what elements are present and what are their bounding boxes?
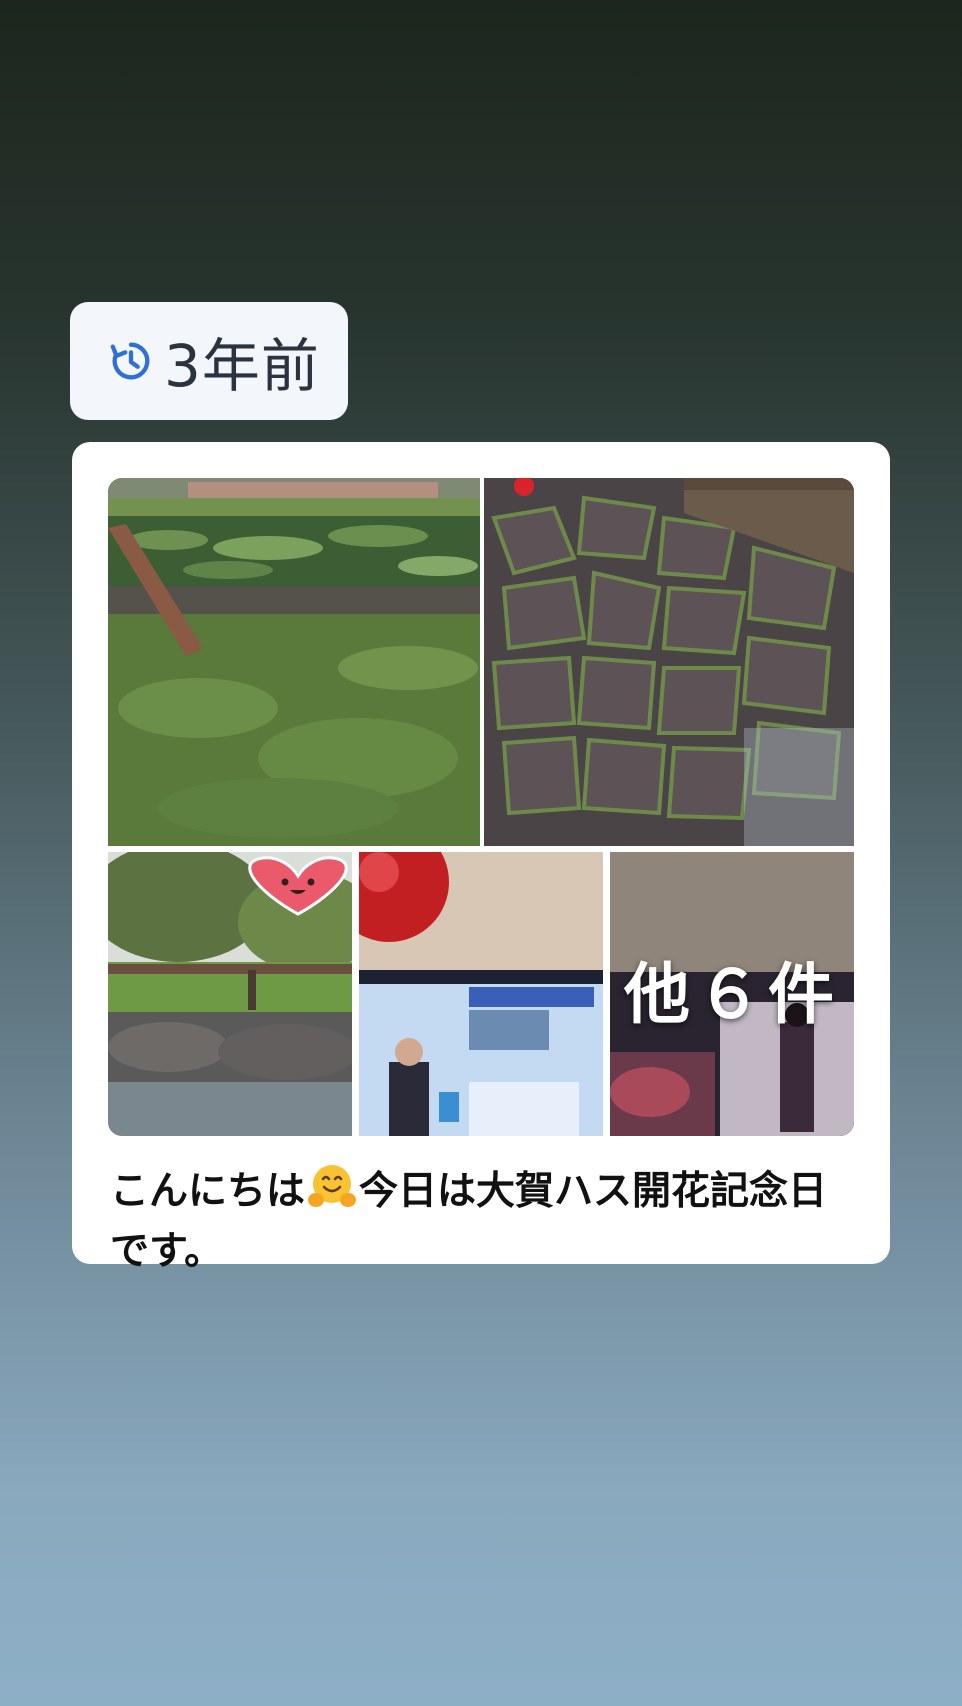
photo-tv-news-broadcast[interactable]	[359, 852, 603, 1136]
more-photos-count: 他６件	[624, 956, 840, 1033]
memory-badge-label: 3年前	[164, 332, 320, 400]
photo-mossy-stone-path[interactable]	[484, 478, 854, 846]
photo-park-fence-heart[interactable]	[108, 852, 352, 1136]
memory-badge[interactable]: 3年前	[70, 302, 348, 420]
caption-text-start: こんにちは	[110, 1169, 306, 1214]
photo-lotus-pond[interactable]	[108, 478, 480, 846]
more-photos-overlay: 他６件	[610, 852, 854, 1136]
memory-post-card[interactable]: 他６件 こんにちは 今日は大賀ハス開花記念日です。	[72, 442, 890, 1274]
photo-more-thumbnail[interactable]: 他６件	[610, 852, 854, 1136]
history-icon	[110, 342, 150, 380]
post-caption: こんにちは 今日は大賀ハス開花記念日です。	[110, 1162, 850, 1282]
hugging-face-emoji	[308, 1165, 357, 1207]
photo-grid: 他６件	[108, 478, 854, 1136]
